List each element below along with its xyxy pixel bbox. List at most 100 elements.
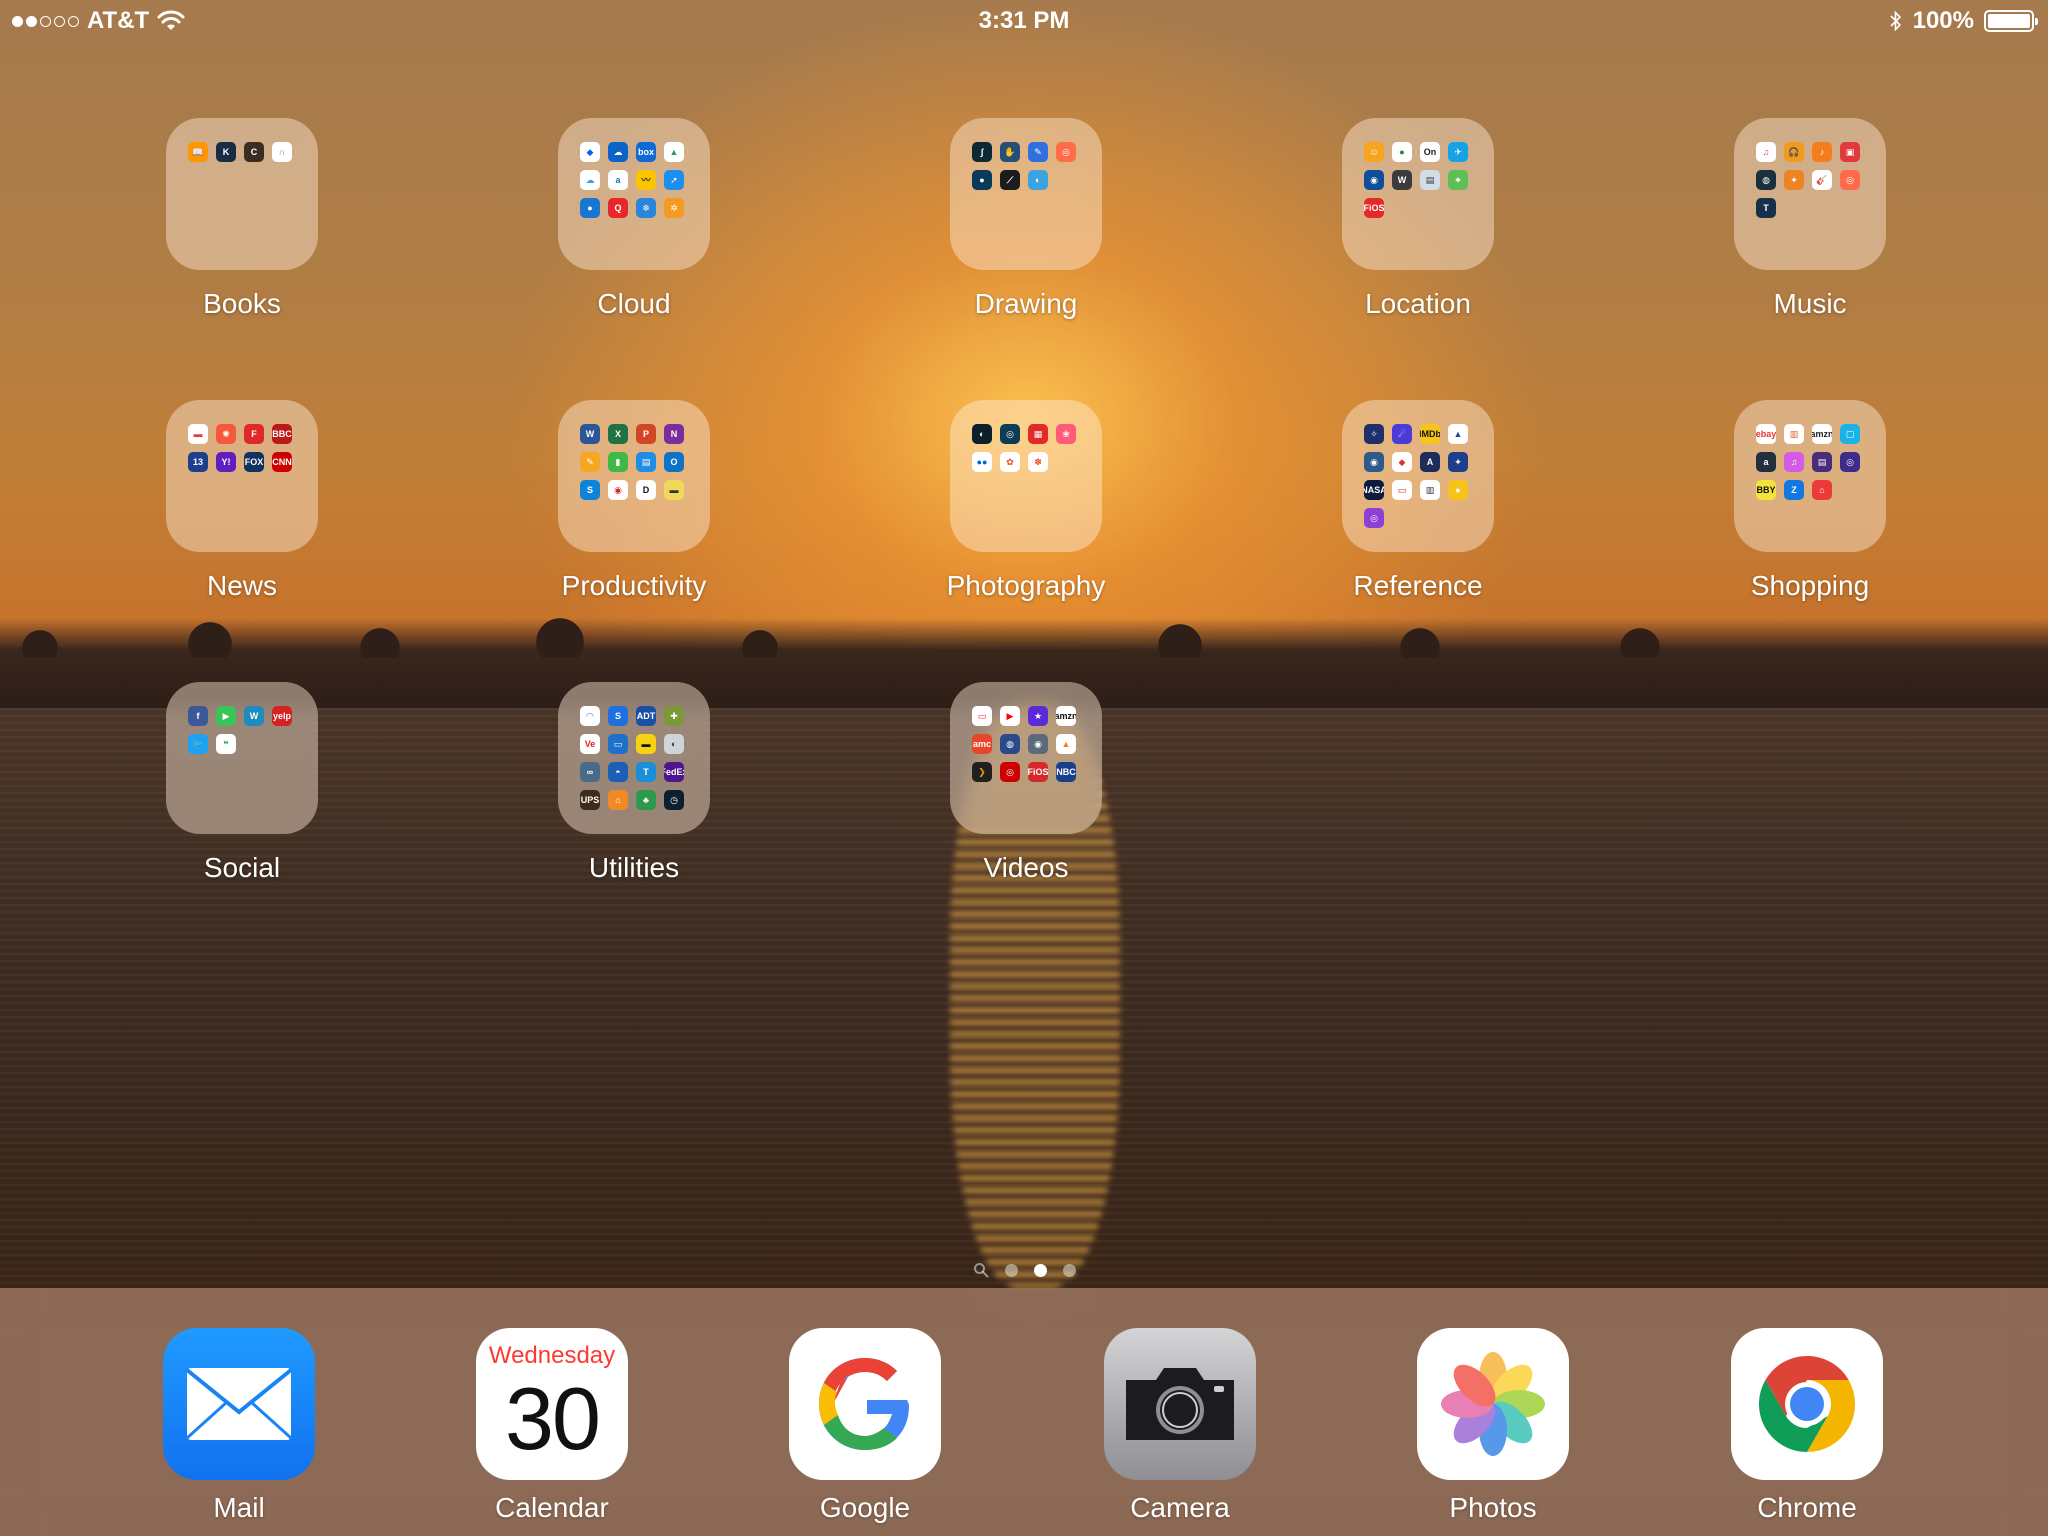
shop-icon: ◎	[1840, 452, 1860, 472]
folder-shopping[interactable]: ebay ▥ amzn ▢ a ♫ ▤ ◎ BBY Z ⌂ Shopping	[1690, 400, 1930, 602]
snowflake-icon: ❄	[636, 198, 656, 218]
dock-app-photos[interactable]: Photos	[1383, 1328, 1603, 1524]
instagram-music-icon: ◎	[1840, 170, 1860, 190]
camera-icon	[1104, 1328, 1256, 1480]
art-icon: ◎	[1056, 142, 1076, 162]
folder-icon: W X P N ✎ ▮ ▤ O S ◉ D ▬	[558, 400, 710, 552]
calendar-icon: Wednesday 30	[476, 1328, 628, 1480]
dropbox-icon: ◆	[580, 142, 600, 162]
globe-icon: ◉	[1364, 170, 1384, 190]
fox-news-icon: FOX	[244, 452, 264, 472]
speaker-deck-icon: ◉	[608, 480, 628, 500]
dock-label: Camera	[1130, 1492, 1230, 1523]
amazon-a-icon: a	[1756, 452, 1776, 472]
headphones-icon: 🎧	[1784, 142, 1804, 162]
folder-drawing[interactable]: ∫ ✋ ✎ ◎ ● ⟋ ◐ Drawing	[906, 118, 1146, 320]
folder-news[interactable]: ▬ ✺ F BBC 13 Y! FOX CNN News	[122, 400, 362, 602]
flipboard-icon: F	[244, 424, 264, 444]
amazon-icon: amzn	[1812, 424, 1832, 444]
hangouts-icon: ❝	[216, 734, 236, 754]
folder-icon: ☺ ● On ✈ ◉ W ▤ ⌖ FiOS	[1342, 118, 1494, 270]
page-indicator[interactable]	[0, 1262, 2048, 1278]
facetime-icon: ▶	[216, 706, 236, 726]
ebay-icon: ebay	[1756, 424, 1776, 444]
sketch-icon: ✋	[1000, 142, 1020, 162]
vlc-icon: ▲	[1056, 734, 1076, 754]
brush-icon: ⟋	[1000, 170, 1020, 190]
dock-app-chrome[interactable]: Chrome	[1697, 1328, 1917, 1524]
comics-icon: C	[244, 142, 264, 162]
chrome-icon	[1731, 1328, 1883, 1480]
folder-videos[interactable]: ▭ ▶ ★ amzn amc ◍ ◉ ▲ ❯ ◎ FiOS NBC Videos	[906, 682, 1146, 884]
paint-icon: ◐	[1028, 170, 1048, 190]
pin-icon: ●	[972, 170, 992, 190]
folder-icon: ▬ ✺ F BBC 13 Y! FOX CNN	[166, 400, 318, 552]
bluetooth-icon	[1890, 10, 1901, 32]
powerpoint-icon: P	[636, 424, 656, 444]
find-phone-icon: ◐	[664, 734, 684, 754]
page-dot-active[interactable]	[1033, 1263, 1047, 1277]
pages-icon: ✎	[580, 452, 600, 472]
excel-icon: X	[608, 424, 628, 444]
star-walk-icon: ✧	[1364, 424, 1384, 444]
dock-app-mail[interactable]: Mail	[129, 1328, 349, 1524]
collage-icon: ❀	[1056, 424, 1076, 444]
imdb-icon: IMDb	[1420, 424, 1440, 444]
dock-app-calendar[interactable]: Wednesday 30 Calendar	[442, 1328, 662, 1524]
page-dot[interactable]	[1004, 1263, 1018, 1277]
nook-icon: ∩	[272, 142, 292, 162]
battery-percent: 100%	[1912, 7, 1974, 34]
arrow-cloud-icon: ➚	[664, 170, 684, 190]
battery-icon	[1984, 10, 2038, 32]
space-icon: ☄	[1392, 424, 1412, 444]
icloud-drive-icon: ☁	[580, 170, 600, 190]
folder-icon: f ▶ Wyelp 🐦 ❝	[166, 682, 318, 834]
dock: Mail Wednesday 30 Calendar Google Camera…	[0, 1288, 2048, 1536]
popcorn-icon: ◍	[1000, 734, 1020, 754]
folder-social[interactable]: f ▶ Wyelp 🐦 ❝ Social	[122, 682, 362, 884]
zillow-icon: Z	[1784, 480, 1804, 500]
status-bar: AT&T 3:31 PM 100%	[0, 0, 2048, 40]
radio-icon: ▣	[1840, 142, 1860, 162]
ups-icon: UPS	[580, 790, 600, 810]
facebook-icon: f	[188, 706, 208, 726]
folder-location[interactable]: ☺ ● On ✈ ◉ W ▤ ⌖ FiOS Location	[1298, 118, 1538, 320]
music-icon: ♫	[1756, 142, 1776, 162]
dock-label: Calendar	[495, 1492, 609, 1523]
folder-books[interactable]: 📖 K C ∩ Books	[122, 118, 362, 320]
mail-icon	[163, 1328, 315, 1480]
dock-app-google[interactable]: Google	[755, 1328, 975, 1524]
fox13-icon: 13	[188, 452, 208, 472]
yelp-icon: yelp	[272, 706, 292, 726]
fios-tv-icon: FiOS	[1028, 762, 1048, 782]
outlook-icon: O	[664, 452, 684, 472]
mega-icon: 〰	[636, 170, 656, 190]
folder-photography[interactable]: ◐ ◎ ▦ ❀ ●● ✿ ✽ Photography	[906, 400, 1146, 602]
plex-icon: ❯	[972, 762, 992, 782]
dock-label: Google	[819, 1492, 911, 1523]
folder-label: Utilities	[588, 852, 680, 883]
folder-icon: ♫ 🎧 ♪ ▣ ◍ ✦ 🎸 ◎ T	[1734, 118, 1886, 270]
flight-icon: ✈	[1448, 142, 1468, 162]
yahoo-icon: Y!	[216, 452, 236, 472]
myfios-icon: FiOS	[1364, 198, 1384, 218]
folder-cloud[interactable]: ◆ ☁ box ▲ ☁ a 〰 ➚ ● Q ❄ ✲ Cloud	[514, 118, 754, 320]
box-icon: box	[636, 142, 656, 162]
google-drive-icon: ▲	[664, 142, 684, 162]
books-icon: 📖	[188, 142, 208, 162]
folder-music[interactable]: ♫ 🎧 ♪ ▣ ◍ ✦ 🎸 ◎ T Music	[1690, 118, 1930, 320]
garageband-icon: ♪	[1812, 142, 1832, 162]
folder-reference[interactable]: ✧ ☄ IMDb ▲ ◉ ◆ A ✦ NASA ▭ ▥ ● ◎ Reference	[1298, 400, 1538, 602]
folder-productivity[interactable]: W X P N ✎ ▮ ▤ O S ◉ D ▬ Productivity	[514, 400, 754, 602]
night-sky-icon: ✦	[1448, 452, 1468, 472]
keyboard-icon: ▭	[608, 734, 628, 754]
folder-icon: ◐ ◎ ▦ ❀ ●● ✿ ✽	[950, 400, 1102, 552]
planet-icon: ◉	[1364, 452, 1384, 472]
waze-icon: W	[1392, 170, 1412, 190]
page-dot[interactable]	[1062, 1263, 1076, 1277]
ticket-icon: ▤	[1812, 452, 1832, 472]
folder-icon: ▭ ▶ ★ amzn amc ◍ ◉ ▲ ❯ ◎ FiOS NBC	[950, 682, 1102, 834]
folder-label: Productivity	[561, 570, 707, 601]
folder-utilities[interactable]: ◠ S ADT ✚ Ve ▭ ▬ ◐ ∞ ◓ T FedEx UPS ⌂ ♣ ◷ Utilities	[514, 682, 754, 884]
dock-app-camera[interactable]: Camera	[1070, 1328, 1290, 1524]
